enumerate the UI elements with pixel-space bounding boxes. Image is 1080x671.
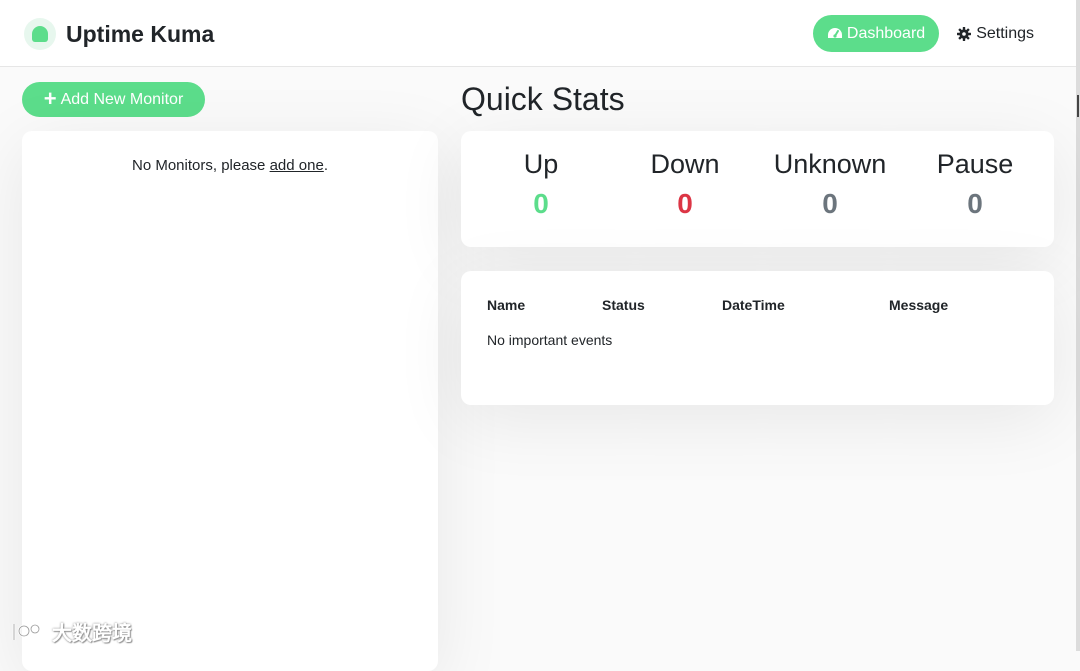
stat-up: Up 0 xyxy=(471,149,611,220)
top-navbar: Uptime Kuma Dashboard Settings xyxy=(0,0,1076,67)
stat-label: Up xyxy=(523,149,559,179)
stat-unknown: Unknown 0 xyxy=(760,149,900,220)
add-new-monitor-label: Add New Monitor xyxy=(60,90,184,108)
stat-value: 0 xyxy=(822,188,838,219)
empty-monitor-message: No Monitors, please add one. xyxy=(132,157,328,174)
stat-label: Unknown xyxy=(773,149,887,179)
nav-dashboard-label: Dashboard xyxy=(846,24,926,42)
main-nav: Dashboard Settings xyxy=(812,15,1038,52)
brand[interactable]: Uptime Kuma xyxy=(24,18,214,50)
brand-name: Uptime Kuma xyxy=(66,20,215,47)
stat-label: Down xyxy=(650,149,720,179)
quick-stats-card: Up 0 Down 0 Unknown 0 Pause 0 xyxy=(461,131,1054,247)
empty-events-message: No important events xyxy=(487,332,613,348)
uptime-kuma-logo-icon xyxy=(24,18,56,50)
nav-settings-link[interactable]: Settings xyxy=(953,15,1038,52)
stat-label: Pause xyxy=(936,149,1014,179)
stat-value: 0 xyxy=(677,188,693,219)
stat-value: 0 xyxy=(967,188,983,219)
add-one-link[interactable]: add one xyxy=(270,157,324,174)
tachometer-icon xyxy=(827,27,843,41)
monitor-list: No Monitors, please add one. xyxy=(22,131,438,671)
column-header-message: Message xyxy=(889,297,949,313)
window-scrollbar[interactable] xyxy=(1076,0,1080,651)
plus-icon: + xyxy=(43,85,57,111)
watermark-text: 大数跨境 xyxy=(52,623,132,645)
stat-pause: Pause 0 xyxy=(905,149,1045,220)
watermark: 大数跨境 xyxy=(10,617,132,646)
nav-settings-label: Settings xyxy=(976,24,1034,42)
nav-dashboard-button[interactable]: Dashboard xyxy=(812,15,940,52)
watermark-logo-icon xyxy=(12,623,41,640)
gear-icon xyxy=(957,26,972,41)
important-events-card: Name Status DateTime Message No importan… xyxy=(461,271,1054,405)
add-new-monitor-button[interactable]: + Add New Monitor xyxy=(22,82,205,117)
page-title: Quick Stats xyxy=(461,81,625,117)
column-header-name: Name xyxy=(487,297,526,313)
stat-down: Down 0 xyxy=(615,149,755,220)
stat-value: 0 xyxy=(533,188,549,219)
column-header-status: Status xyxy=(602,297,645,313)
column-header-datetime: DateTime xyxy=(722,297,785,313)
